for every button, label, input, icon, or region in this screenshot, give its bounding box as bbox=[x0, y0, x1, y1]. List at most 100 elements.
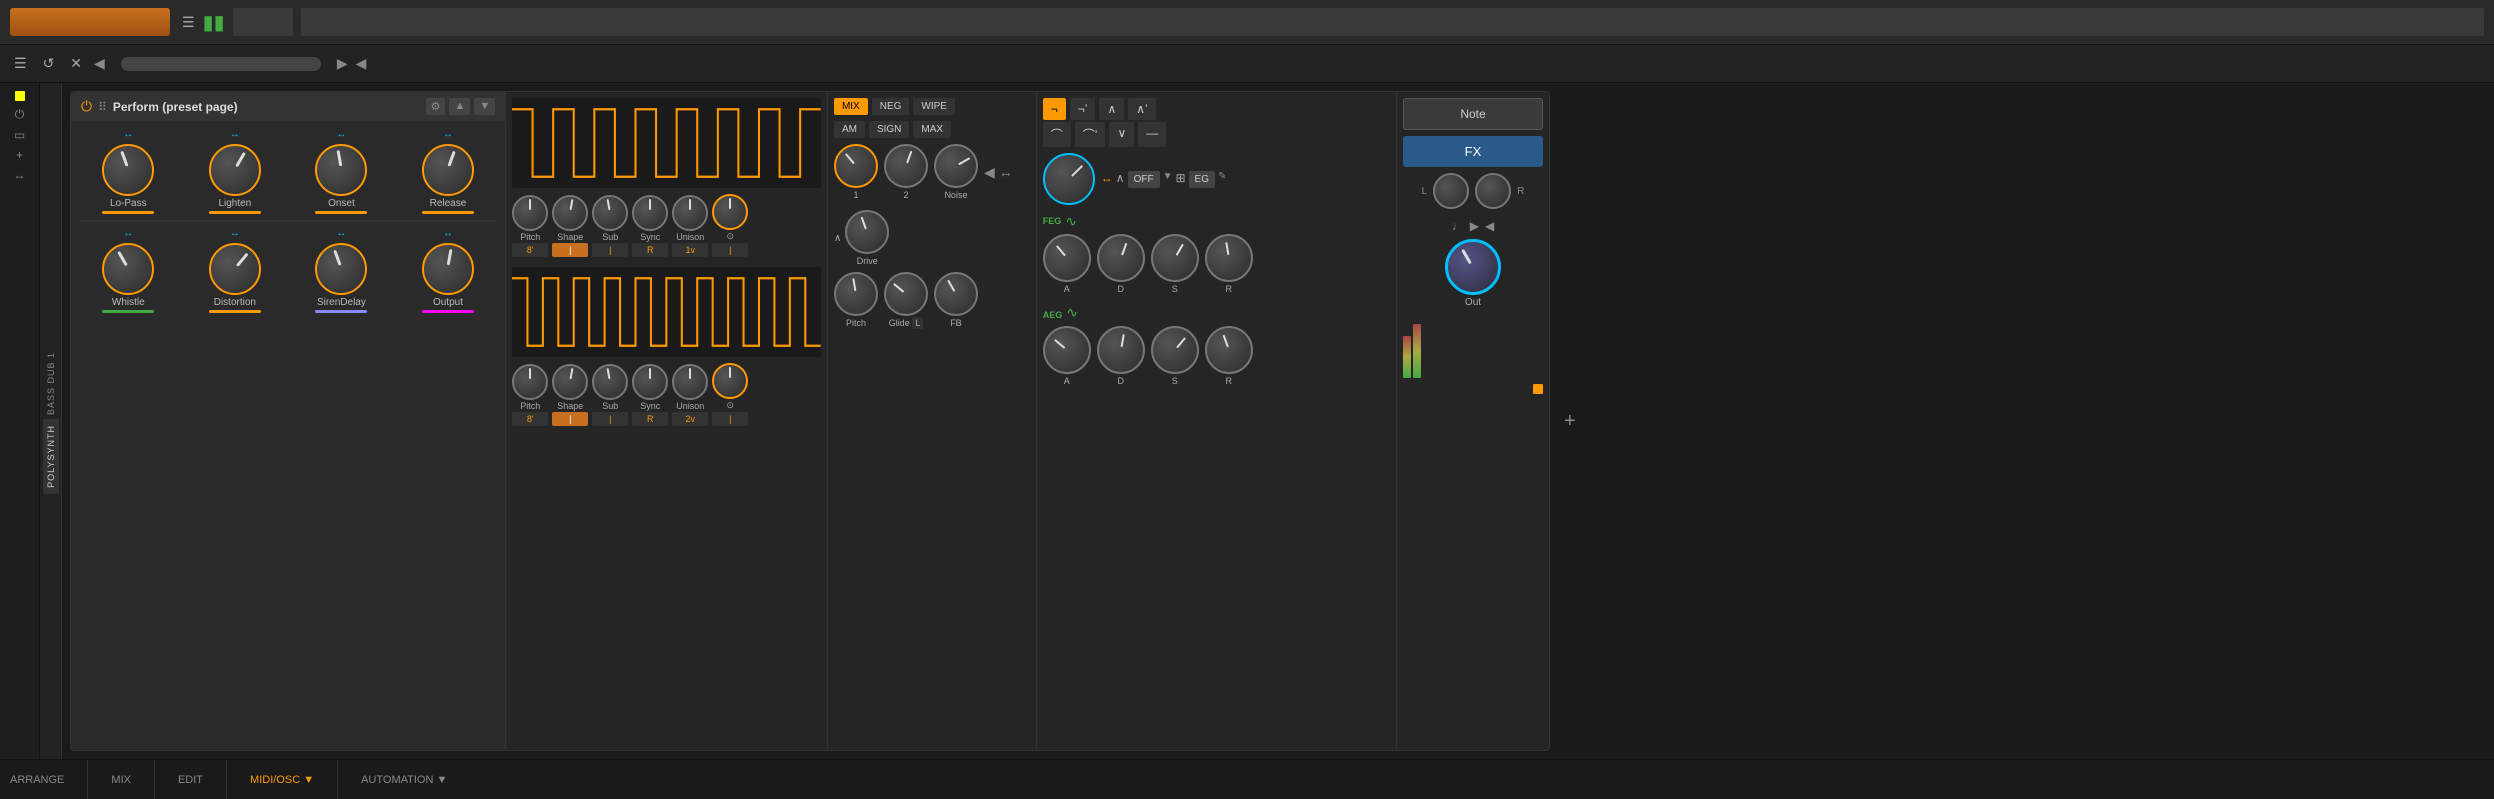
mix-knob-noise[interactable] bbox=[934, 144, 978, 188]
lighten-knob[interactable] bbox=[209, 144, 261, 196]
scrollbar[interactable] bbox=[121, 57, 321, 71]
settings-tool-btn[interactable]: ⚙ bbox=[426, 98, 446, 115]
toolbar-icon-1[interactable]: ☰ bbox=[10, 53, 31, 74]
whistle-knob[interactable] bbox=[102, 243, 154, 295]
feg-s-knob[interactable] bbox=[1151, 234, 1199, 282]
aeg-d-knob[interactable] bbox=[1097, 326, 1145, 374]
output-knob[interactable] bbox=[422, 243, 474, 295]
osc1-sub-knob[interactable] bbox=[592, 195, 628, 231]
osc2-sub-knob[interactable] bbox=[592, 364, 628, 400]
wave-btn-2[interactable]: ¬ʼ bbox=[1070, 98, 1096, 120]
osc1-sub-value[interactable]: | bbox=[592, 243, 628, 257]
whistle-arrow[interactable]: ↔ bbox=[123, 228, 133, 239]
osc2-extra-knob[interactable] bbox=[712, 363, 748, 399]
filter-dropdown-arrow[interactable]: ▼ bbox=[1163, 171, 1173, 188]
mix-drive-knob[interactable] bbox=[845, 210, 889, 254]
fx-button[interactable]: FX bbox=[1403, 136, 1543, 167]
pitch-icon-2[interactable]: ▶ bbox=[1470, 219, 1479, 233]
mix-btn-max[interactable]: MAX bbox=[913, 121, 951, 138]
pitch-icon-3[interactable]: ◀ bbox=[1485, 219, 1494, 233]
track-name-display[interactable] bbox=[10, 8, 170, 36]
aeg-s-knob[interactable] bbox=[1151, 326, 1199, 374]
mix-knob-2[interactable] bbox=[884, 144, 928, 188]
toolbar-icon-3[interactable]: ✕ bbox=[66, 53, 86, 74]
osc1-extra-value[interactable]: | bbox=[712, 243, 748, 257]
onset-arrow[interactable]: ↔ bbox=[336, 129, 346, 140]
distortion-knob[interactable] bbox=[209, 243, 261, 295]
lopass-arrow[interactable]: ↔ bbox=[123, 129, 133, 140]
lopass-knob[interactable] bbox=[102, 144, 154, 196]
wave-btn-3[interactable]: ∧ bbox=[1099, 98, 1124, 120]
filter-off-btn[interactable]: OFF bbox=[1128, 171, 1160, 188]
osc1-shape-value[interactable]: | bbox=[552, 243, 588, 257]
mix-btn-am[interactable]: AM bbox=[834, 121, 865, 138]
osc2-unison-value[interactable]: 2v bbox=[672, 412, 708, 426]
sirendelay-knob[interactable] bbox=[315, 243, 367, 295]
add-track-button[interactable]: + bbox=[1564, 410, 1576, 433]
osc1-unison-knob[interactable] bbox=[672, 195, 708, 231]
rewind-button[interactable]: ◀ bbox=[356, 55, 367, 72]
filter-arrow-icon[interactable]: ↔ bbox=[1101, 171, 1113, 188]
mix-btn-neg[interactable]: NEG bbox=[872, 98, 910, 115]
power-sidebar-icon[interactable]: ⏻ bbox=[15, 107, 25, 122]
feg-r-knob[interactable] bbox=[1205, 234, 1253, 282]
menu-icon[interactable]: ☰ bbox=[182, 14, 195, 31]
osc2-sync-value[interactable]: R bbox=[632, 412, 668, 426]
wave-btn-4[interactable]: ∧ʼ bbox=[1128, 98, 1155, 120]
filter-lambda-icon[interactable]: ∧ bbox=[1116, 171, 1125, 188]
mix-knob-1[interactable] bbox=[834, 144, 878, 188]
wave-btn-1[interactable]: ¬ bbox=[1043, 98, 1066, 120]
mix-fb-knob[interactable] bbox=[934, 272, 978, 316]
osc1-extra-knob[interactable] bbox=[712, 194, 748, 230]
arrow-icon[interactable]: ↔ bbox=[14, 168, 26, 182]
osc1-pitch-knob[interactable] bbox=[512, 195, 548, 231]
note-knob-left[interactable] bbox=[1433, 173, 1469, 209]
filter-eg-edit[interactable]: ✎ bbox=[1218, 171, 1226, 188]
output-arrow[interactable]: ↔ bbox=[443, 228, 453, 239]
layer-icon[interactable]: ▭ bbox=[14, 128, 25, 142]
filter-main-knob[interactable] bbox=[1043, 153, 1095, 205]
wave-btn-6[interactable]: ⌒ʼ bbox=[1075, 122, 1106, 147]
filter-eq-icon[interactable]: ⊞ bbox=[1175, 171, 1185, 188]
osc2-sync-knob[interactable] bbox=[632, 364, 668, 400]
wave-btn-8[interactable]: — bbox=[1138, 122, 1166, 147]
mix-arrow-right[interactable]: ↔ bbox=[999, 164, 1013, 180]
release-arrow[interactable]: ↔ bbox=[443, 129, 453, 140]
osc2-pitch-value[interactable]: 8' bbox=[512, 412, 548, 426]
timeline-view[interactable] bbox=[301, 8, 2484, 36]
feg-a-knob[interactable] bbox=[1043, 234, 1091, 282]
perform-power-button[interactable]: ⏻ bbox=[81, 98, 92, 115]
down-tool-btn[interactable]: ▼ bbox=[474, 98, 495, 115]
mix-arrow-left[interactable]: ◀ bbox=[984, 164, 995, 181]
filter-eg-btn[interactable]: EG bbox=[1189, 171, 1215, 188]
distortion-arrow[interactable]: ↔ bbox=[230, 228, 240, 239]
sirendelay-arrow[interactable]: ↔ bbox=[336, 228, 346, 239]
osc2-unison-knob[interactable] bbox=[672, 364, 708, 400]
up-tool-btn[interactable]: ▲ bbox=[449, 98, 470, 115]
back-button[interactable]: ◀ bbox=[94, 55, 105, 72]
out-knob[interactable] bbox=[1445, 239, 1501, 295]
osc1-sync-value[interactable]: R bbox=[632, 243, 668, 257]
aeg-a-knob[interactable] bbox=[1043, 326, 1091, 374]
osc2-sub-value[interactable]: | bbox=[592, 412, 628, 426]
osc1-shape-knob[interactable] bbox=[552, 195, 588, 231]
osc2-pitch-knob[interactable] bbox=[512, 364, 548, 400]
osc1-pitch-value[interactable]: 8' bbox=[512, 243, 548, 257]
osc2-shape-knob[interactable] bbox=[552, 364, 588, 400]
mix-btn-mix[interactable]: MIX bbox=[834, 98, 868, 115]
aeg-r-knob[interactable] bbox=[1205, 326, 1253, 374]
lighten-arrow[interactable]: ↔ bbox=[230, 129, 240, 140]
onset-knob[interactable] bbox=[315, 144, 367, 196]
feg-d-knob[interactable] bbox=[1097, 234, 1145, 282]
mix-glide-knob[interactable] bbox=[884, 272, 928, 316]
wave-btn-5[interactable]: ⌒ bbox=[1043, 122, 1071, 147]
note-button[interactable]: Note bbox=[1403, 98, 1543, 130]
release-knob[interactable] bbox=[422, 144, 474, 196]
mix-btn-wipe[interactable]: WIPE bbox=[913, 98, 955, 115]
wave-btn-7[interactable]: ∨ bbox=[1109, 122, 1134, 147]
osc1-sync-knob[interactable] bbox=[632, 195, 668, 231]
osc1-unison-value[interactable]: 1v bbox=[672, 243, 708, 257]
grid-icon[interactable]: + bbox=[16, 148, 23, 162]
mix-pitch-knob[interactable] bbox=[834, 272, 878, 316]
osc2-extra-value[interactable]: | bbox=[712, 412, 748, 426]
